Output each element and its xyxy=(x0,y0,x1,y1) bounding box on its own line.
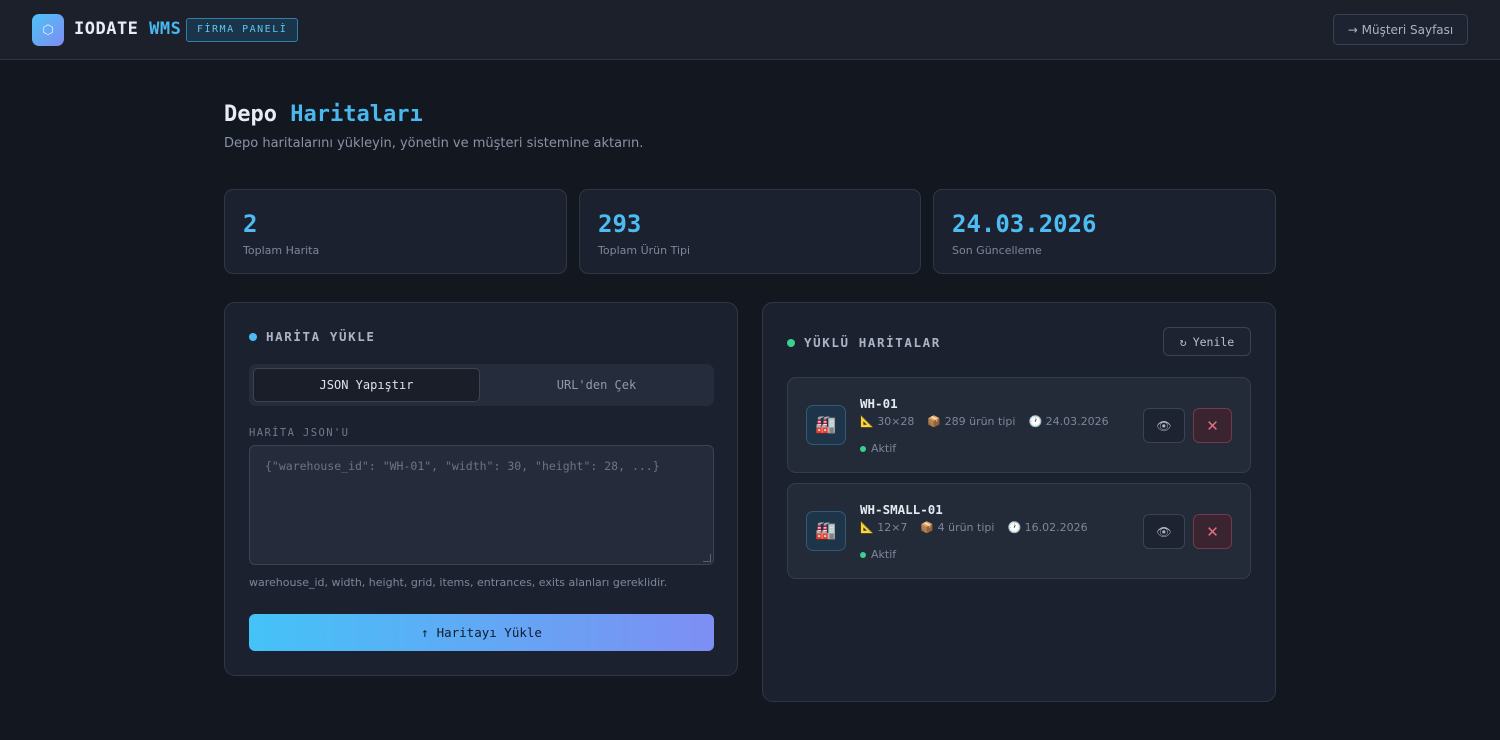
stat-label: Toplam Harita xyxy=(243,244,320,257)
upload-map-button[interactable]: ↑ Haritayı Yükle xyxy=(249,614,714,651)
refresh-icon: ↻ xyxy=(1179,334,1187,349)
map-date: 🕐 24.03.2026 xyxy=(1028,415,1109,428)
refresh-label: Yenile xyxy=(1192,334,1235,349)
page-title-accent: Haritaları xyxy=(290,102,423,127)
json-hint: warehouse_id, width, height, grid, items… xyxy=(249,576,668,589)
panel-badge: FİRMA PANELİ xyxy=(186,18,299,42)
stat-value: 24.03.2026 xyxy=(952,210,1097,238)
json-input[interactable] xyxy=(249,445,714,565)
map-item-count: 📦 4 ürün tipi xyxy=(920,521,995,534)
view-map-button[interactable]: 👁 xyxy=(1143,408,1185,443)
brand-accent: WMS xyxy=(149,19,182,39)
stat-value: 293 xyxy=(598,210,642,238)
map-date: 🕐 16.02.2026 xyxy=(1007,521,1088,534)
close-icon: ✕ xyxy=(1206,522,1219,541)
stat-label: Toplam Ürün Tipi xyxy=(598,244,691,257)
tab-url-fetch[interactable]: URL'den Çek xyxy=(483,368,710,402)
factory-icon: 🏭 xyxy=(806,405,846,445)
loaded-maps-panel: YÜKLÜ HARİTALAR ↻ Yenile 🏭 WH-01 📐 30×28… xyxy=(762,302,1276,702)
upload-tabs: JSON Yapıştır URL'den Çek xyxy=(249,364,714,406)
loaded-heading-text: YÜKLÜ HARİTALAR xyxy=(804,335,941,350)
status-badge: Aktif xyxy=(860,442,896,455)
map-card-wh-01[interactable]: 🏭 WH-01 📐 30×28 📦 289 ürün tipi 🕐 24.03.… xyxy=(787,377,1251,473)
map-size: 📐 12×7 xyxy=(860,521,908,534)
upload-heading-text: HARİTA YÜKLE xyxy=(266,329,376,344)
brand-logo[interactable]: IODATE WMS xyxy=(74,19,181,39)
customer-page-button[interactable]: → Müşteri Sayfası xyxy=(1333,14,1468,45)
view-map-button[interactable]: 👁 xyxy=(1143,514,1185,549)
tab-json-paste[interactable]: JSON Yapıştır xyxy=(253,368,480,402)
upload-button-label: Haritayı Yükle xyxy=(436,625,542,640)
factory-icon: 🏭 xyxy=(806,511,846,551)
eye-icon: 👁 xyxy=(1156,524,1172,539)
delete-map-button[interactable]: ✕ xyxy=(1193,514,1232,549)
brand-name: IODATE xyxy=(74,19,139,39)
json-field-label: HARİTA JSON'U xyxy=(249,427,350,439)
map-name: WH-01 xyxy=(860,396,898,411)
hexagon-icon: ⬡ xyxy=(32,14,64,46)
top-bar: ⬡ IODATE WMS FİRMA PANELİ → Müşteri Sayf… xyxy=(0,0,1500,60)
page-subtitle: Depo haritalarını yükleyin, yönetin ve m… xyxy=(224,136,644,151)
stat-value: 2 xyxy=(243,210,258,238)
map-size: 📐 30×28 xyxy=(860,415,915,428)
upload-panel: HARİTA YÜKLE JSON Yapıştır URL'den Çek H… xyxy=(224,302,738,676)
stat-card-total-maps: 2 Toplam Harita xyxy=(224,189,567,274)
resize-handle[interactable] xyxy=(703,554,711,562)
active-dot xyxy=(860,445,866,452)
status-badge: Aktif xyxy=(860,548,896,561)
eye-icon: 👁 xyxy=(1156,418,1172,433)
stat-card-product-types: 293 Toplam Ürün Tipi xyxy=(579,189,921,274)
page-title: Depo Haritaları xyxy=(224,102,423,127)
upload-heading: HARİTA YÜKLE xyxy=(249,329,376,344)
stat-card-last-update: 24.03.2026 Son Güncelleme xyxy=(933,189,1276,274)
map-meta: 📐 30×28 📦 289 ürün tipi 🕐 24.03.2026 xyxy=(860,415,1109,428)
map-name: WH-SMALL-01 xyxy=(860,502,943,517)
close-icon: ✕ xyxy=(1206,416,1219,435)
status-text: Aktif xyxy=(871,548,897,561)
delete-map-button[interactable]: ✕ xyxy=(1193,408,1232,443)
map-meta: 📐 12×7 📦 4 ürün tipi 🕐 16.02.2026 xyxy=(860,521,1088,534)
map-item-count: 📦 289 ürün tipi xyxy=(927,415,1016,428)
status-text: Aktif xyxy=(871,442,897,455)
status-dot xyxy=(787,338,795,347)
stat-label: Son Güncelleme xyxy=(952,244,1042,257)
arrow-up-icon: ↑ xyxy=(421,625,429,640)
status-dot xyxy=(249,332,257,341)
page-title-main: Depo xyxy=(224,102,277,127)
active-dot xyxy=(860,551,866,558)
refresh-button[interactable]: ↻ Yenile xyxy=(1163,327,1251,356)
map-card-wh-small-01[interactable]: 🏭 WH-SMALL-01 📐 12×7 📦 4 ürün tipi 🕐 16.… xyxy=(787,483,1251,579)
loaded-heading: YÜKLÜ HARİTALAR xyxy=(787,335,941,350)
